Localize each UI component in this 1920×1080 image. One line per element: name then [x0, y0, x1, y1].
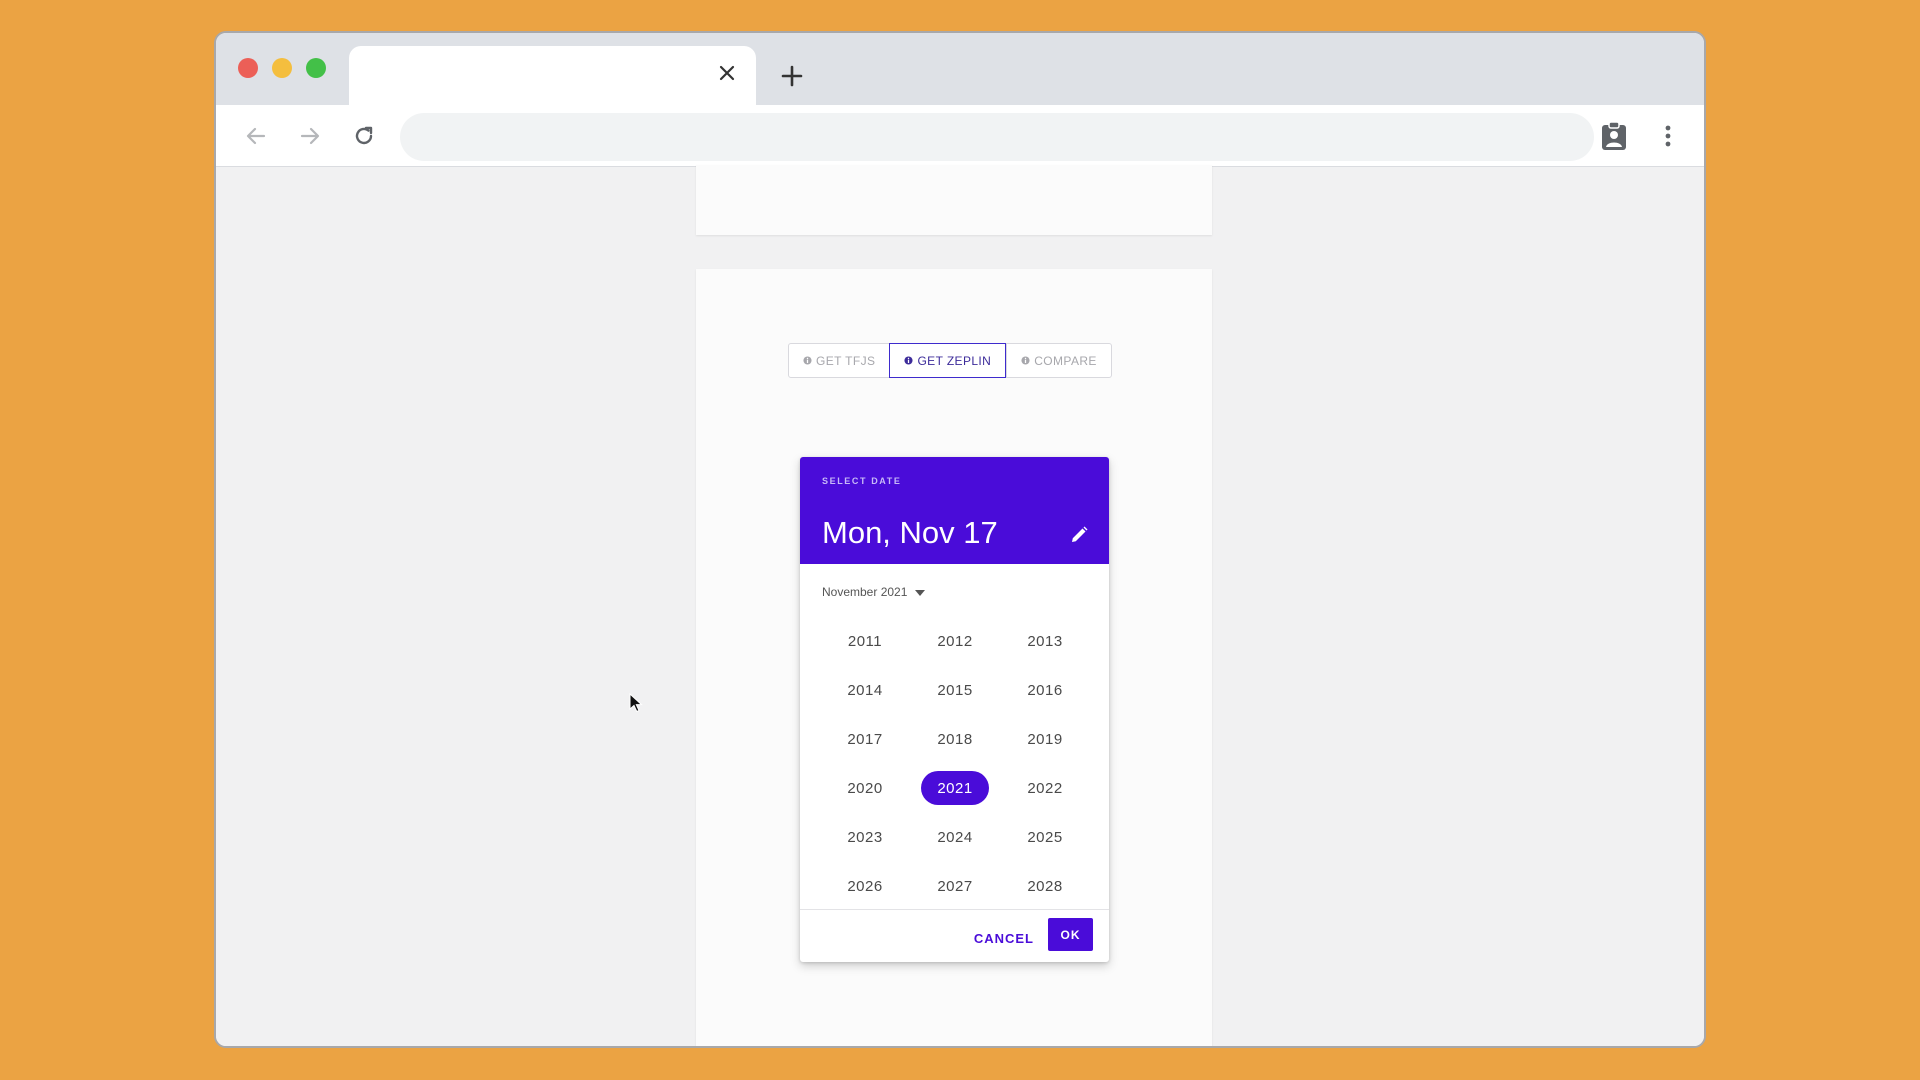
year-option[interactable]: 2020 — [820, 770, 910, 806]
year-option[interactable]: 2019 — [1000, 721, 1090, 757]
year-option[interactable]: 2018 — [910, 721, 1000, 757]
year-option[interactable]: 2012 — [910, 623, 1000, 659]
close-icon[interactable] — [712, 58, 742, 88]
year-option[interactable]: 2013 — [1000, 623, 1090, 659]
date-picker-dialog: SELECT DATE Mon, Nov 17 November 2021 20… — [800, 457, 1109, 962]
year-option[interactable]: 2025 — [1000, 819, 1090, 855]
date-picker-header: SELECT DATE Mon, Nov 17 — [800, 457, 1109, 564]
browser-window: GET TFJS GET ZEPLIN COMPARE SELECT DATE … — [214, 31, 1706, 1048]
year-option[interactable]: 2014 — [820, 672, 910, 708]
arrow-left-icon[interactable] — [238, 118, 274, 154]
kebab-menu-icon[interactable] — [1650, 118, 1686, 154]
year-option[interactable]: 2023 — [820, 819, 910, 855]
segment-label: GET ZEPLIN — [917, 353, 992, 368]
close-window-button[interactable] — [238, 58, 258, 78]
minimize-window-button[interactable] — [272, 58, 292, 78]
year-option[interactable]: 2028 — [1000, 868, 1090, 904]
info-icon — [1021, 356, 1030, 365]
segment-get-tfjs[interactable]: GET TFJS — [789, 344, 889, 377]
page-viewport: GET TFJS GET ZEPLIN COMPARE SELECT DATE … — [216, 165, 1704, 1046]
month-year-label: November 2021 — [822, 585, 908, 599]
browser-tab[interactable] — [349, 46, 756, 105]
date-picker-overline: SELECT DATE — [822, 476, 902, 486]
date-picker-actions: CANCEL OK — [800, 909, 1109, 962]
browser-toolbar — [216, 105, 1704, 167]
year-option[interactable]: 2022 — [1000, 770, 1090, 806]
pencil-icon[interactable] — [1067, 523, 1091, 547]
segment-compare[interactable]: COMPARE — [1006, 344, 1111, 377]
mouse-cursor-icon — [629, 693, 643, 713]
selected-date-headline: Mon, Nov 17 — [822, 515, 998, 550]
year-option-selected[interactable]: 2021 — [910, 770, 1000, 806]
year-option[interactable]: 2015 — [910, 672, 1000, 708]
year-option[interactable]: 2026 — [820, 868, 910, 904]
arrow-right-icon[interactable] — [292, 118, 328, 154]
clipboard-person-icon[interactable] — [1596, 118, 1632, 154]
ok-button[interactable]: OK — [1048, 918, 1093, 951]
segmented-control: GET TFJS GET ZEPLIN COMPARE — [788, 343, 1112, 378]
info-icon — [904, 356, 913, 365]
cancel-button[interactable]: CANCEL — [974, 922, 1034, 954]
year-option[interactable]: 2027 — [910, 868, 1000, 904]
caret-down-icon — [915, 585, 926, 599]
segment-label: GET TFJS — [816, 353, 876, 368]
title-bar — [216, 33, 1704, 105]
address-bar[interactable] — [400, 113, 1594, 161]
content-card — [696, 165, 1212, 235]
reload-icon[interactable] — [346, 118, 382, 154]
year-option[interactable]: 2011 — [820, 623, 910, 659]
info-icon — [803, 356, 812, 365]
month-year-selector[interactable]: November 2021 — [822, 585, 926, 599]
plus-icon[interactable] — [776, 60, 808, 92]
maximize-window-button[interactable] — [306, 58, 326, 78]
segment-label: COMPARE — [1034, 353, 1097, 368]
year-option[interactable]: 2017 — [820, 721, 910, 757]
year-option[interactable]: 2016 — [1000, 672, 1090, 708]
content-card: GET TFJS GET ZEPLIN COMPARE SELECT DATE … — [696, 269, 1212, 1046]
year-option[interactable]: 2024 — [910, 819, 1000, 855]
segment-get-zeplin[interactable]: GET ZEPLIN — [889, 343, 1007, 378]
year-grid: 2011 2012 2013 2014 2015 2016 2017 2018 … — [820, 623, 1090, 904]
